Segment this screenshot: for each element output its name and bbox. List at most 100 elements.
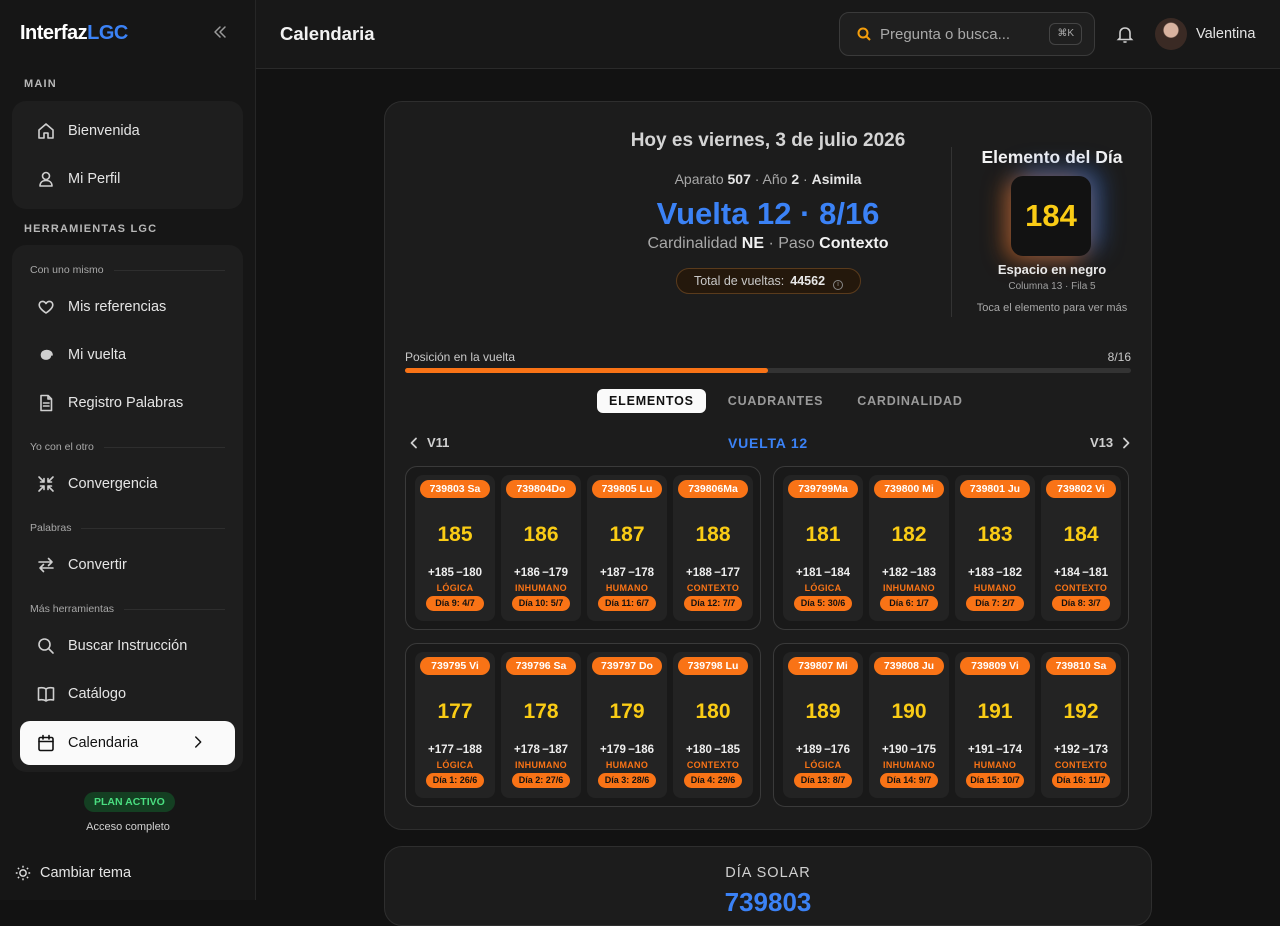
plan-status-badge: PLAN ACTIVO [84, 792, 175, 812]
total-vueltas-badge[interactable]: Total de vueltas: 44562 i [676, 268, 861, 294]
sidebar-item-mi-vuelta[interactable]: Mi vuelta [20, 333, 235, 377]
element-plus-minus: +188 −177 [685, 567, 740, 579]
element-plus-minus: +180 −185 [685, 744, 740, 756]
element-plus-minus: +182 −183 [881, 567, 936, 579]
element-day-badge: Día 3: 28/6 [598, 773, 656, 788]
subsection-label: Palabras [30, 522, 225, 534]
tab-elementos[interactable]: ELEMENTOS [597, 389, 706, 413]
element-day-badge: Día 11: 6/7 [598, 596, 656, 611]
element-of-day-hint: Toca el elemento para ver más [976, 302, 1128, 314]
element-code-badge: 739801 Ju [960, 480, 1030, 498]
element-day-badge: Día 12: 7/7 [684, 596, 742, 611]
element-number: 186 [523, 523, 559, 546]
element-cell[interactable]: 739808 Ju 190 +190 −175 INHUMANO Día 14: 9/7 [869, 652, 949, 798]
sidebar-item-calendaria[interactable]: Calendaria [20, 721, 235, 765]
element-cell[interactable]: 739810 Sa 192 +192 −173 CONTEXTO Día 16: 11/… [1041, 652, 1121, 798]
element-plus-minus: +186 −179 [513, 567, 568, 579]
user-icon [39, 171, 53, 187]
sidebar-item-buscar-instruccion[interactable]: Buscar Instrucción [20, 624, 235, 668]
element-cell[interactable]: 739797 Do 179 +179 −186 HUMANO Día 3: 28/6 [587, 652, 667, 798]
element-plus-minus: +177 −188 [427, 744, 482, 756]
progress-label: Posición en la vuelta [405, 350, 516, 364]
sidebar: InterfazLGC MAIN Bienvenida Mi Perfil HE… [0, 0, 256, 900]
search-input[interactable] [880, 25, 1040, 43]
view-tabs: ELEMENTOS CUADRANTES CARDINALIDAD [597, 389, 975, 413]
element-of-day-tile[interactable]: 184 [1011, 176, 1091, 256]
quadrant: 739799Ma 181 +181 −184 LÓGICA Día 5: 30/6 739… [773, 466, 1129, 630]
element-plus-minus: +185 −180 [427, 567, 482, 579]
element-code-badge: 739800 Mi [874, 480, 944, 498]
element-day-badge: Día 7: 2/7 [966, 596, 1024, 611]
tab-cuadrantes[interactable]: CUADRANTES [716, 389, 836, 413]
sidebar-item-catalogo[interactable]: Catálogo [20, 672, 235, 716]
bell-icon [1116, 27, 1134, 43]
element-code-badge: 739798 Lu [678, 657, 748, 675]
element-keyword: HUMANO [973, 583, 1017, 593]
sidebar-item-convertir[interactable]: Convertir [20, 543, 235, 587]
element-cell[interactable]: 739803 Sa 185 +185 −180 LÓGICA Día 9: 4/7 [415, 475, 495, 621]
element-plus-minus: +189 −176 [795, 744, 850, 756]
info-icon[interactable]: i [833, 280, 844, 290]
element-number: 189 [805, 700, 841, 723]
element-number: 192 [1063, 700, 1099, 723]
element-cell[interactable]: 739796 Sa 178 +178 −187 INHUMANO Día 2: 27/6 [501, 652, 581, 798]
plan-description: Acceso completo [86, 821, 170, 833]
spiral-icon [40, 349, 53, 360]
element-cell[interactable]: 739809 Vi 191 +191 −174 HUMANO Día 15: 10/7 [955, 652, 1035, 798]
element-plus-minus: +179 −186 [599, 744, 654, 756]
sidebar-item-mis-referencias[interactable]: Mis referencias [20, 285, 235, 329]
element-cell[interactable]: 739799Ma 181 +181 −184 LÓGICA Día 5: 30/6 [783, 475, 863, 621]
tab-cardinalidad[interactable]: CARDINALIDAD [845, 389, 974, 413]
sidebar-item-label: Buscar Instrucción [68, 638, 188, 654]
vuelta-heading: Vuelta 12 · 8/16 [656, 196, 880, 231]
converge-icon [38, 476, 54, 492]
search-icon [38, 638, 54, 654]
notifications-button[interactable] [1115, 24, 1135, 44]
current-vuelta-title: VUELTA 12 [727, 435, 809, 451]
element-cell[interactable]: 739800 Mi 182 +182 −183 INHUMANO Día 6: 1/7 [869, 475, 949, 621]
element-plus-minus: +184 −181 [1053, 567, 1108, 579]
element-number: 178 [523, 700, 559, 723]
element-cell[interactable]: 739804Do 186 +186 −179 INHUMANO Día 10: 5/7 [501, 475, 581, 621]
element-cell[interactable]: 739802 Vi 184 +184 −181 CONTEXTO Día 8: 3/7 [1041, 475, 1121, 621]
user-avatar[interactable] [1155, 18, 1187, 50]
next-vuelta-button[interactable]: V13 [1090, 435, 1133, 450]
element-keyword: LÓGICA [436, 760, 474, 770]
element-cell[interactable]: 739798 Lu 180 +180 −185 CONTEXTO Día 4: 29/6 [673, 652, 753, 798]
collapse-sidebar-icon[interactable] [212, 24, 232, 44]
element-cell[interactable]: 739807 Mi 189 +189 −176 LÓGICA Día 13: 8/7 [783, 652, 863, 798]
element-cell[interactable]: 739805 Lu 187 +187 −178 HUMANO Día 11: 6/7 [587, 475, 667, 621]
sidebar-item-convergencia[interactable]: Convergencia [20, 462, 235, 506]
user-name[interactable]: Valentina [1196, 26, 1255, 42]
element-code-badge: 739797 Do [592, 657, 662, 675]
sidebar-item-mi-perfil[interactable]: Mi Perfil [20, 157, 235, 201]
element-cell[interactable]: 739801 Ju 183 +183 −182 HUMANO Día 7: 2/7 [955, 475, 1035, 621]
next-vuelta-label: V13 [1090, 435, 1114, 450]
sidebar-item-registro-palabras[interactable]: Registro Palabras [20, 381, 235, 425]
element-plus-minus: +178 −187 [513, 744, 568, 756]
element-cell[interactable]: 739795 Vi 177 +177 −188 LÓGICA Día 1: 26/6 [415, 652, 495, 798]
app-logo[interactable]: InterfazLGC [20, 22, 128, 45]
element-day-badge: Día 16: 11/7 [1052, 773, 1110, 788]
phase-value: Asimila [811, 171, 862, 187]
tools-nav-group: Con uno mismo Mis referencias Mi vuelta … [12, 245, 243, 772]
cardinality-value: NE [741, 235, 765, 252]
step-label: Paso [778, 235, 815, 252]
element-keyword: CONTEXTO [686, 760, 740, 770]
element-code-badge: 739804Do [506, 480, 576, 498]
top-bar: Calendaria ⌘K Valentina [256, 0, 1280, 69]
element-number: 180 [695, 700, 731, 723]
sidebar-item-label: Registro Palabras [68, 395, 184, 411]
element-day-badge: Día 5: 30/6 [794, 596, 852, 611]
sidebar-item-bienvenida[interactable]: Bienvenida [20, 109, 235, 153]
element-number: 183 [977, 523, 1013, 546]
progress-value: 8/16 [1107, 350, 1131, 364]
element-cell[interactable]: 739806Ma 188 +188 −177 CONTEXTO Día 12: 7/7 [673, 475, 753, 621]
element-keyword: HUMANO [605, 583, 649, 593]
element-day-badge: Día 8: 3/7 [1052, 596, 1110, 611]
element-of-day-name: Espacio en negro [997, 262, 1107, 277]
element-day-badge: Día 13: 8/7 [794, 773, 852, 788]
step-value: Contexto [819, 235, 889, 252]
theme-toggle-button[interactable]: Cambiar tema [14, 864, 131, 882]
search-box[interactable]: ⌘K [839, 12, 1095, 56]
